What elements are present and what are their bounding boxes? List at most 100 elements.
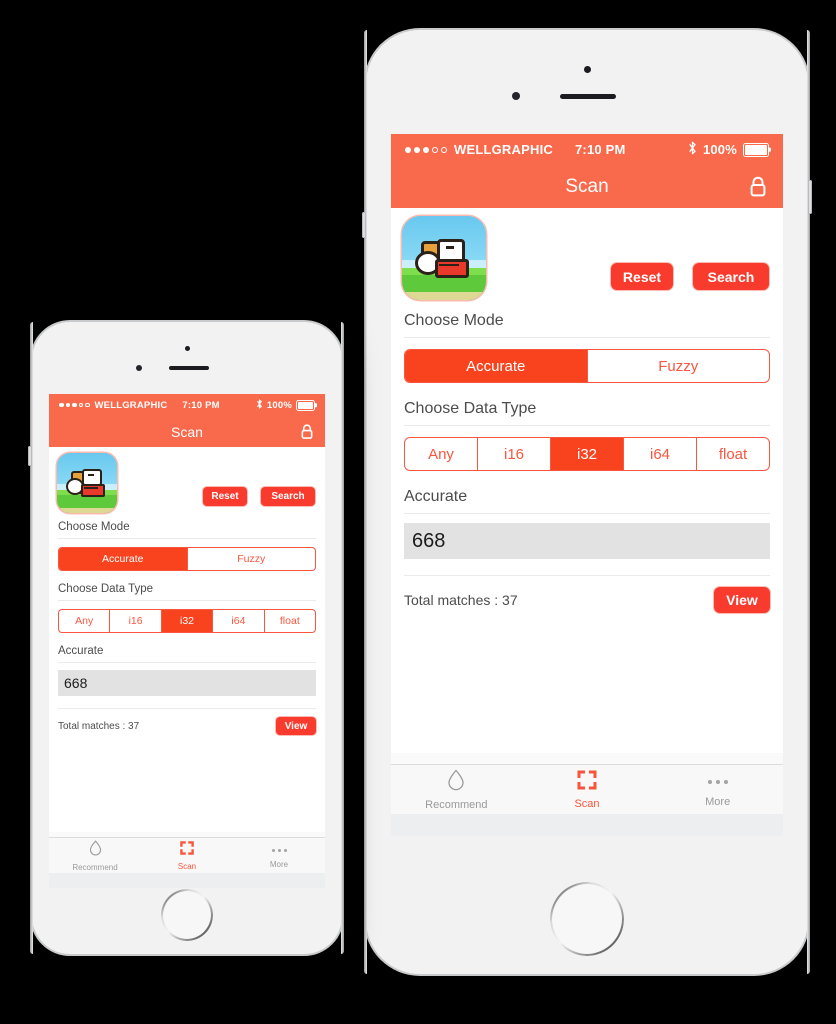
status-time: 7:10 PM	[574, 142, 626, 157]
datatype-option-i64[interactable]: i64	[624, 438, 697, 470]
status-bar: WELLGRAPHIC 7:10 PM 100%	[391, 134, 783, 165]
datatype-segmented-control[interactable]: Any i16 i32 i64 float	[404, 437, 770, 471]
divider	[404, 513, 770, 514]
datatype-option-i16[interactable]: i16	[478, 438, 551, 470]
earpiece-speaker	[560, 94, 616, 99]
view-button[interactable]: View	[714, 587, 770, 613]
datatype-option-i32[interactable]: i32	[551, 438, 624, 470]
mode-option-fuzzy[interactable]: Fuzzy	[188, 548, 316, 570]
search-value-input[interactable]: 668	[404, 523, 770, 559]
droplet-icon	[447, 769, 465, 796]
droplet-icon	[89, 839, 102, 861]
datatype-option-any[interactable]: Any	[405, 438, 478, 470]
divider	[404, 337, 770, 338]
mode-option-accurate[interactable]: Accurate	[59, 548, 188, 570]
tab-recommend[interactable]: Recommend	[49, 839, 141, 872]
page-title: Scan	[171, 423, 203, 440]
mode-option-fuzzy[interactable]: Fuzzy	[588, 350, 770, 382]
battery-percent: 100%	[702, 142, 737, 157]
lock-icon[interactable]	[299, 423, 315, 446]
datatype-option-i16[interactable]: i16	[110, 610, 162, 632]
volume-button[interactable]	[362, 212, 366, 238]
tab-recommend-label: Recommend	[425, 798, 488, 811]
proximity-sensor	[136, 365, 142, 371]
device-edge-right	[807, 30, 810, 974]
header-row: Reset Search	[391, 208, 783, 312]
reset-button[interactable]: Reset	[203, 487, 247, 506]
volume-button[interactable]	[28, 446, 32, 466]
proximity-sensor	[512, 92, 520, 100]
mode-segmented-control[interactable]: Accurate Fuzzy	[404, 349, 770, 383]
status-right-group: 100%	[256, 398, 315, 412]
flappy-bird-app-icon[interactable]	[57, 453, 117, 513]
value-section-label: Accurate	[404, 488, 468, 505]
choose-datatype-section: Choose Data Type Any i16 i32 i64 float	[391, 383, 783, 471]
ellipsis-icon	[271, 842, 287, 858]
tab-scan-label: Scan	[177, 861, 197, 871]
home-indicator-area	[49, 873, 325, 888]
tab-recommend-label: Recommend	[72, 862, 118, 872]
scan-content: Reset Search Choose Mode Accurate Fuzzy …	[391, 208, 783, 836]
datatype-option-i64[interactable]: i64	[213, 610, 265, 632]
front-camera	[583, 66, 591, 73]
tab-more[interactable]: More	[233, 842, 325, 869]
device-large: WELLGRAPHIC 7:10 PM 100% Scan Reset Sear…	[362, 30, 812, 974]
choose-datatype-section: Choose Data Type Any i16 i32 i64 float	[49, 571, 325, 633]
value-section-label: Accurate	[58, 645, 104, 657]
battery-icon	[296, 399, 315, 411]
result-row: Total matches : 37 View	[391, 576, 783, 613]
choose-mode-section: Choose Mode Accurate Fuzzy	[49, 521, 325, 571]
nav-bar: Scan	[391, 165, 783, 208]
datatype-option-float[interactable]: float	[265, 610, 315, 632]
choose-mode-label: Choose Mode	[404, 312, 504, 329]
value-section: Accurate 668	[391, 471, 783, 576]
mode-option-accurate[interactable]: Accurate	[405, 350, 588, 382]
icon-bird	[65, 468, 109, 500]
home-button[interactable]	[550, 882, 624, 956]
power-button[interactable]	[808, 180, 812, 214]
search-button[interactable]: Search	[693, 263, 769, 290]
total-matches-label: Total matches : 37	[404, 592, 518, 608]
mode-segmented-control[interactable]: Accurate Fuzzy	[58, 547, 316, 571]
tab-bar: Recommend Scan More	[49, 837, 325, 873]
search-button[interactable]: Search	[261, 487, 315, 506]
status-time: 7:10 PM	[182, 399, 220, 411]
tab-bar: Recommend Scan More	[391, 764, 783, 814]
scan-frame-icon	[577, 770, 597, 795]
result-row: Total matches : 37 View	[49, 709, 325, 735]
reset-button[interactable]: Reset	[611, 263, 673, 290]
front-camera	[184, 346, 190, 351]
bluetooth-icon	[256, 398, 263, 412]
datatype-option-i32[interactable]: i32	[161, 610, 214, 632]
divider	[58, 600, 316, 601]
divider	[404, 425, 770, 426]
status-bar: WELLGRAPHIC 7:10 PM 100%	[49, 394, 325, 416]
datatype-segmented-control[interactable]: Any i16 i32 i64 float	[58, 609, 316, 633]
tab-scan[interactable]: Scan	[141, 840, 233, 871]
icon-dirt	[57, 507, 117, 513]
ellipsis-icon	[707, 771, 728, 793]
home-indicator-area	[391, 814, 783, 836]
status-right-group: 100%	[688, 141, 769, 158]
value-section: Accurate 668	[49, 633, 325, 709]
signal-strength-icon	[405, 146, 447, 153]
tab-more[interactable]: More	[652, 771, 783, 808]
choose-mode-section: Choose Mode Accurate Fuzzy	[391, 312, 783, 383]
lock-icon[interactable]	[747, 175, 769, 204]
tab-recommend[interactable]: Recommend	[391, 769, 522, 811]
datatype-option-float[interactable]: float	[697, 438, 769, 470]
choose-mode-label: Choose Mode	[58, 521, 130, 533]
scan-content: Reset Search Choose Mode Accurate Fuzzy …	[49, 447, 325, 888]
icon-bird	[413, 237, 475, 281]
tab-scan-label: Scan	[574, 797, 600, 810]
home-button[interactable]	[161, 889, 213, 941]
screen-small: WELLGRAPHIC 7:10 PM 100% Scan Reset Sear…	[49, 394, 325, 888]
flappy-bird-app-icon[interactable]	[402, 216, 486, 300]
tab-more-label: More	[269, 860, 289, 869]
view-button[interactable]: View	[276, 717, 316, 735]
carrier-name: WELLGRAPHIC	[454, 142, 553, 157]
tab-scan[interactable]: Scan	[522, 770, 653, 810]
datatype-option-any[interactable]: Any	[59, 610, 111, 632]
nav-bar: Scan	[49, 416, 325, 447]
search-value-input[interactable]: 668	[58, 670, 316, 696]
